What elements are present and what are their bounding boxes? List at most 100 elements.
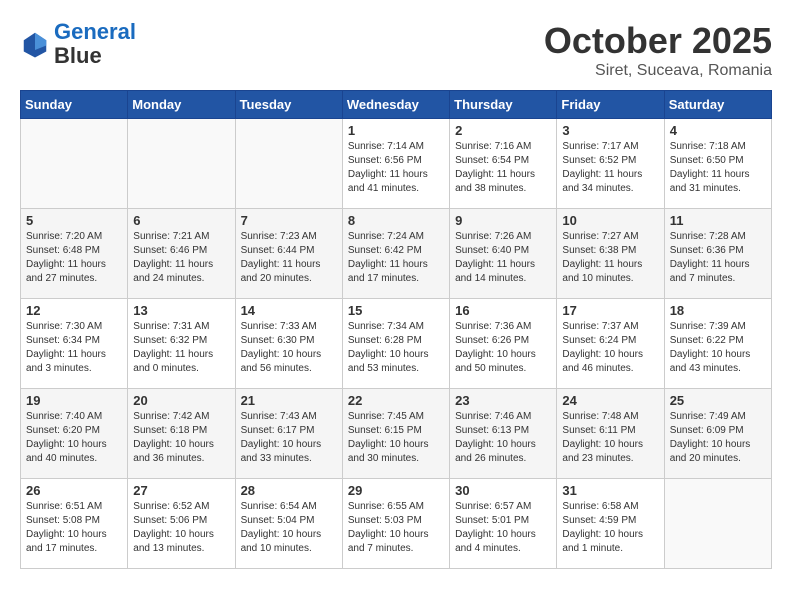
- day-content: Sunrise: 7:27 AM Sunset: 6:38 PM Dayligh…: [562, 230, 658, 286]
- day-content: Sunrise: 7:16 AM Sunset: 6:54 PM Dayligh…: [455, 140, 551, 196]
- day-content: Sunrise: 7:24 AM Sunset: 6:42 PM Dayligh…: [348, 230, 444, 286]
- day-content: Sunrise: 7:33 AM Sunset: 6:30 PM Dayligh…: [241, 320, 337, 376]
- day-content: Sunrise: 7:49 AM Sunset: 6:09 PM Dayligh…: [670, 410, 766, 466]
- calendar-cell: 22Sunrise: 7:45 AM Sunset: 6:15 PM Dayli…: [342, 389, 449, 479]
- calendar-cell: 24 Sunrise: 7:48 AM Sunset: 6:11 PM Dayli…: [557, 389, 664, 479]
- day-content: Sunrise: 7:26 AM Sunset: 6:40 PM Dayligh…: [455, 230, 551, 286]
- day-content: Sunrise: 7:14 AM Sunset: 6:56 PM Dayligh…: [348, 140, 444, 196]
- day-number: 26: [26, 483, 122, 498]
- day-content: Sunrise: 7:20 AM Sunset: 6:48 PM Dayligh…: [26, 230, 122, 286]
- day-number: 7: [241, 213, 337, 228]
- calendar-cell: 1 Sunrise: 7:14 AM Sunset: 6:56 PM Daylig…: [342, 119, 449, 209]
- day-number: 25: [670, 393, 766, 408]
- day-content: Sunrise: 6:52 AM Sunset: 5:06 PM Dayligh…: [133, 500, 229, 556]
- day-number: 28: [241, 483, 337, 498]
- calendar-cell: 15Sunrise: 7:34 AM Sunset: 6:28 PM Dayli…: [342, 299, 449, 389]
- calendar-header-row: SundayMondayTuesdayWednesdayThursdayFrid…: [21, 91, 772, 119]
- month-title: October 2025: [544, 20, 772, 62]
- day-content: Sunrise: 7:30 AM Sunset: 6:34 PM Dayligh…: [26, 320, 122, 376]
- day-content: Sunrise: 7:28 AM Sunset: 6:36 PM Dayligh…: [670, 230, 766, 286]
- day-header-monday: Monday: [128, 91, 235, 119]
- calendar-cell: 20Sunrise: 7:42 AM Sunset: 6:18 PM Dayli…: [128, 389, 235, 479]
- location-subtitle: Siret, Suceava, Romania: [544, 62, 772, 80]
- calendar-week-1: 1 Sunrise: 7:14 AM Sunset: 6:56 PM Daylig…: [21, 119, 772, 209]
- day-number: 2: [455, 123, 551, 138]
- day-content: Sunrise: 6:54 AM Sunset: 5:04 PM Dayligh…: [241, 500, 337, 556]
- day-number: 19: [26, 393, 122, 408]
- day-number: 11: [670, 213, 766, 228]
- calendar-cell: 4 Sunrise: 7:18 AM Sunset: 6:50 PM Daylig…: [664, 119, 771, 209]
- calendar-cell: 14 Sunrise: 7:33 AM Sunset: 6:30 PM Dayli…: [235, 299, 342, 389]
- calendar-cell: [128, 119, 235, 209]
- day-number: 1: [348, 123, 444, 138]
- day-number: 14: [241, 303, 337, 318]
- calendar-cell: 6 Sunrise: 7:21 AM Sunset: 6:46 PM Daylig…: [128, 209, 235, 299]
- day-content: Sunrise: 7:31 AM Sunset: 6:32 PM Dayligh…: [133, 320, 229, 376]
- calendar-cell: 9 Sunrise: 7:26 AM Sunset: 6:40 PM Daylig…: [450, 209, 557, 299]
- day-content: Sunrise: 7:39 AM Sunset: 6:22 PM Dayligh…: [670, 320, 766, 376]
- day-number: 5: [26, 213, 122, 228]
- calendar-week-2: 5 Sunrise: 7:20 AM Sunset: 6:48 PM Daylig…: [21, 209, 772, 299]
- calendar-cell: 27Sunrise: 6:52 AM Sunset: 5:06 PM Dayli…: [128, 479, 235, 569]
- day-content: Sunrise: 7:36 AM Sunset: 6:26 PM Dayligh…: [455, 320, 551, 376]
- day-number: 20: [133, 393, 229, 408]
- day-content: Sunrise: 7:23 AM Sunset: 6:44 PM Dayligh…: [241, 230, 337, 286]
- day-content: Sunrise: 7:18 AM Sunset: 6:50 PM Dayligh…: [670, 140, 766, 196]
- calendar-cell: 31Sunrise: 6:58 AM Sunset: 4:59 PM Dayli…: [557, 479, 664, 569]
- day-content: Sunrise: 7:48 AM Sunset: 6:11 PM Dayligh…: [562, 410, 658, 466]
- day-content: Sunrise: 6:58 AM Sunset: 4:59 PM Dayligh…: [562, 500, 658, 556]
- day-content: Sunrise: 7:40 AM Sunset: 6:20 PM Dayligh…: [26, 410, 122, 466]
- day-content: Sunrise: 6:57 AM Sunset: 5:01 PM Dayligh…: [455, 500, 551, 556]
- calendar-cell: [21, 119, 128, 209]
- day-number: 9: [455, 213, 551, 228]
- day-number: 12: [26, 303, 122, 318]
- calendar-cell: [235, 119, 342, 209]
- calendar-cell: 16Sunrise: 7:36 AM Sunset: 6:26 PM Dayli…: [450, 299, 557, 389]
- calendar-cell: 23 Sunrise: 7:46 AM Sunset: 6:13 PM Dayli…: [450, 389, 557, 479]
- day-number: 10: [562, 213, 658, 228]
- day-content: Sunrise: 7:37 AM Sunset: 6:24 PM Dayligh…: [562, 320, 658, 376]
- day-number: 22: [348, 393, 444, 408]
- day-number: 24: [562, 393, 658, 408]
- calendar-cell: 17 Sunrise: 7:37 AM Sunset: 6:24 PM Dayli…: [557, 299, 664, 389]
- calendar-cell: 10 Sunrise: 7:27 AM Sunset: 6:38 PM Dayli…: [557, 209, 664, 299]
- day-number: 21: [241, 393, 337, 408]
- calendar-cell: 30 Sunrise: 6:57 AM Sunset: 5:01 PM Dayli…: [450, 479, 557, 569]
- day-header-sunday: Sunday: [21, 91, 128, 119]
- day-number: 17: [562, 303, 658, 318]
- day-content: Sunrise: 7:21 AM Sunset: 6:46 PM Dayligh…: [133, 230, 229, 286]
- day-content: Sunrise: 7:34 AM Sunset: 6:28 PM Dayligh…: [348, 320, 444, 376]
- day-content: Sunrise: 6:51 AM Sunset: 5:08 PM Dayligh…: [26, 500, 122, 556]
- day-content: Sunrise: 7:43 AM Sunset: 6:17 PM Dayligh…: [241, 410, 337, 466]
- day-number: 30: [455, 483, 551, 498]
- day-content: Sunrise: 7:46 AM Sunset: 6:13 PM Dayligh…: [455, 410, 551, 466]
- calendar-cell: 28 Sunrise: 6:54 AM Sunset: 5:04 PM Dayli…: [235, 479, 342, 569]
- day-number: 23: [455, 393, 551, 408]
- logo-icon: [20, 29, 50, 59]
- calendar-cell: 8 Sunrise: 7:24 AM Sunset: 6:42 PM Daylig…: [342, 209, 449, 299]
- calendar-week-4: 19 Sunrise: 7:40 AM Sunset: 6:20 PM Dayli…: [21, 389, 772, 479]
- day-number: 8: [348, 213, 444, 228]
- day-number: 29: [348, 483, 444, 498]
- day-header-wednesday: Wednesday: [342, 91, 449, 119]
- calendar-cell: 11 Sunrise: 7:28 AM Sunset: 6:36 PM Dayli…: [664, 209, 771, 299]
- calendar-cell: 13 Sunrise: 7:31 AM Sunset: 6:32 PM Dayli…: [128, 299, 235, 389]
- day-number: 18: [670, 303, 766, 318]
- calendar-cell: 3Sunrise: 7:17 AM Sunset: 6:52 PM Daylig…: [557, 119, 664, 209]
- logo: GeneralBlue: [20, 20, 136, 68]
- calendar-cell: 29 Sunrise: 6:55 AM Sunset: 5:03 PM Dayli…: [342, 479, 449, 569]
- day-header-thursday: Thursday: [450, 91, 557, 119]
- calendar-week-5: 26 Sunrise: 6:51 AM Sunset: 5:08 PM Dayli…: [21, 479, 772, 569]
- page-header: GeneralBlue October 2025 Siret, Suceava,…: [20, 20, 772, 80]
- calendar-cell: 18 Sunrise: 7:39 AM Sunset: 6:22 PM Dayli…: [664, 299, 771, 389]
- day-number: 4: [670, 123, 766, 138]
- title-block: October 2025 Siret, Suceava, Romania: [544, 20, 772, 80]
- calendar-week-3: 12 Sunrise: 7:30 AM Sunset: 6:34 PM Dayli…: [21, 299, 772, 389]
- calendar-cell: 25 Sunrise: 7:49 AM Sunset: 6:09 PM Dayli…: [664, 389, 771, 479]
- calendar-cell: 5 Sunrise: 7:20 AM Sunset: 6:48 PM Daylig…: [21, 209, 128, 299]
- day-content: Sunrise: 6:55 AM Sunset: 5:03 PM Dayligh…: [348, 500, 444, 556]
- calendar-cell: 26 Sunrise: 6:51 AM Sunset: 5:08 PM Dayli…: [21, 479, 128, 569]
- day-number: 13: [133, 303, 229, 318]
- calendar-cell: 7 Sunrise: 7:23 AM Sunset: 6:44 PM Daylig…: [235, 209, 342, 299]
- day-number: 6: [133, 213, 229, 228]
